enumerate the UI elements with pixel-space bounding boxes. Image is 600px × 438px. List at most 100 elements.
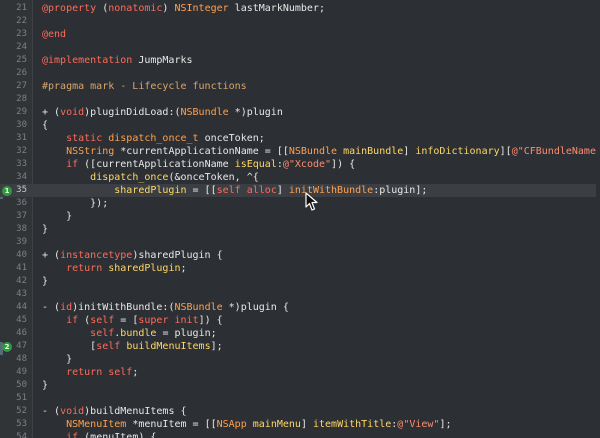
vertical-scrollbar[interactable] [596, 0, 600, 438]
code-token: static [66, 133, 103, 144]
code-text[interactable]: @implementation JumpMarks [42, 54, 193, 67]
code-text[interactable]: { [42, 119, 48, 132]
code-text[interactable]: + (instancetype)sharedPlugin { [42, 249, 223, 262]
code-line[interactable]: 32 NSString *currentApplicationName = [[… [0, 145, 600, 158]
line-number: 53 [16, 419, 27, 429]
line-number: 49 [16, 367, 27, 377]
code-line[interactable]: 46 self.bundle = plugin; [0, 327, 600, 340]
code-text[interactable]: static dispatch_once_t onceToken; [42, 132, 265, 145]
code-line[interactable]: 51 [0, 392, 600, 405]
code-token: - ( [42, 406, 61, 417]
code-text[interactable]: return self; [42, 366, 138, 379]
code-text[interactable]: self.bundle = plugin; [42, 327, 216, 340]
code-text[interactable]: } [42, 353, 72, 366]
line-number: 24 [16, 42, 27, 52]
code-token: NSApp [216, 419, 247, 430]
code-line[interactable]: 26 [0, 67, 600, 80]
code-line[interactable]: 22 [0, 15, 600, 28]
code-token: )buildMenuItems { [84, 406, 187, 417]
code-token: nonatomic [108, 3, 163, 14]
code-text[interactable]: + (void)pluginDidLoad:(NSBundle *)plugin [42, 106, 283, 119]
code-line[interactable]: 39 [0, 236, 600, 249]
code-line[interactable]: 42} [0, 275, 600, 288]
code-token: return [66, 263, 103, 274]
code-line[interactable]: 52 - (void)buildMenuItems { [0, 405, 600, 418]
code-text[interactable]: } [42, 379, 48, 392]
code-token: @implementation [42, 55, 133, 66]
code-text[interactable]: @property (nonatomic) NSInteger lastMark… [42, 2, 325, 15]
code-line[interactable]: 29 + (void)pluginDidLoad:(NSBundle *)plug… [0, 106, 600, 119]
code-line[interactable]: 21 @property (nonatomic) NSInteger lastMa… [0, 2, 600, 15]
code-token: :plugin]; [373, 185, 428, 196]
code-line[interactable]: 48 } [0, 353, 600, 366]
code-token: ] [403, 146, 416, 157]
code-token: @property [42, 3, 97, 14]
code-token: ]) { [331, 159, 356, 170]
code-token: self [216, 185, 241, 196]
code-token: onceToken; [198, 133, 265, 144]
code-text[interactable]: [self buildMenuItems]; [42, 340, 223, 353]
code-line[interactable]: 33 if ([currentApplicationName isEqual:@… [0, 158, 600, 171]
code-line[interactable]: 27 #pragma mark - Lifecycle functions [0, 80, 600, 93]
line-number: 36 [16, 198, 27, 208]
code-line[interactable]: 38} [0, 223, 600, 236]
code-line[interactable]: 49 return self; [0, 366, 600, 379]
code-text[interactable]: dispatch_once(&onceToken, ^{ [42, 171, 259, 184]
current-code-line[interactable]: 1 35 sharedPlugin = [[self alloc] initWit… [0, 184, 600, 197]
code-text[interactable]: - (id)initWithBundle:(NSBundle *)plugin … [42, 301, 289, 314]
line-number: 21 [16, 3, 27, 13]
code-line[interactable]: 24 [0, 41, 600, 54]
code-line[interactable]: 45 if (self = [super init]) { [0, 314, 600, 327]
code-text[interactable]: NSString *currentApplicationName = [[NSB… [42, 145, 600, 158]
code-line[interactable]: 54 if (menuItem) { [0, 431, 600, 438]
code-text[interactable]: }); [42, 197, 108, 210]
code-token: @end [42, 29, 67, 40]
code-editor[interactable]: 21 @property (nonatomic) NSInteger lastMa… [0, 0, 600, 438]
code-line[interactable]: 34 dispatch_once(&onceToken, ^{ [0, 171, 600, 184]
line-number: 54 [16, 432, 27, 438]
line-number: 35 [16, 185, 27, 195]
code-token: ; [132, 367, 139, 378]
code-line[interactable]: 31 static dispatch_once_t onceToken; [0, 132, 600, 145]
code-text[interactable]: @end [42, 28, 66, 41]
code-line[interactable]: 40 + (instancetype)sharedPlugin { [0, 249, 600, 262]
code-text[interactable]: - (void)buildMenuItems { [42, 405, 187, 418]
code-text[interactable]: } [42, 275, 48, 288]
code-line[interactable]: 44 - (id)initWithBundle:(NSBundle *)plugi… [0, 301, 600, 314]
code-line[interactable]: 28 [0, 93, 600, 106]
code-line[interactable]: 30 { [0, 119, 600, 132]
code-text[interactable]: if (self = [super init]) { [42, 314, 223, 327]
code-line[interactable]: 43 [0, 288, 600, 301]
code-text[interactable]: } [42, 210, 72, 223]
code-text[interactable]: sharedPlugin = [[self alloc] initWithBun… [42, 184, 427, 197]
code-token: + ( [42, 107, 61, 118]
code-token: }); [42, 198, 109, 209]
code-line[interactable]: 41 return sharedPlugin; [0, 262, 600, 275]
mouse-pointer-icon [305, 192, 318, 211]
code-token: } [42, 224, 49, 235]
line-number: 33 [16, 159, 27, 169]
code-token: [ [42, 341, 97, 352]
code-line[interactable]: 36 }); [0, 197, 600, 210]
code-text[interactable]: return sharedPlugin; [42, 262, 186, 275]
code-text[interactable]: if ([currentApplicationName isEqual:@"Xc… [42, 158, 355, 171]
code-line[interactable]: 37 } [0, 210, 600, 223]
code-line[interactable]: 2 47 [self buildMenuItems]; [0, 340, 600, 353]
code-text[interactable]: if (menuItem) { [42, 431, 156, 438]
code-line[interactable]: 25 @implementation JumpMarks [0, 54, 600, 67]
line-number: 42 [16, 276, 27, 286]
code-text[interactable]: #pragma mark - Lifecycle functions [42, 80, 247, 93]
code-text[interactable]: } [42, 223, 48, 236]
code-text[interactable]: NSMenuItem *menuItem = [[NSApp mainMenu]… [42, 418, 451, 431]
code-token: return [66, 367, 103, 378]
code-token: self [96, 341, 121, 352]
code-line[interactable]: 23 @end [0, 28, 600, 41]
code-line[interactable]: 50} [0, 379, 600, 392]
line-number: 25 [16, 55, 27, 65]
code-line[interactable]: 53 NSMenuItem *menuItem = [[NSApp mainMe… [0, 418, 600, 431]
